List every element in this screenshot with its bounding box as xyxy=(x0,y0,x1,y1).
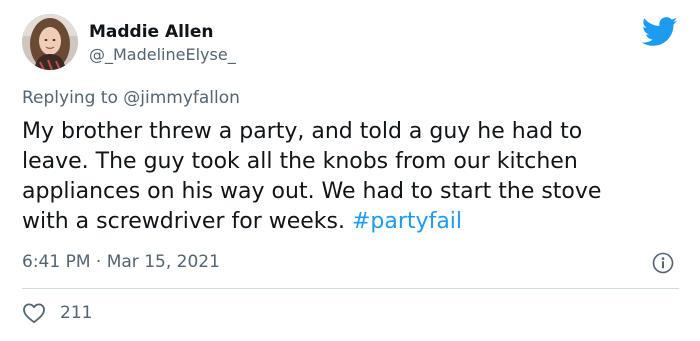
tweet-text-line: leave. The guy took all the knobs from o… xyxy=(22,149,578,174)
author-display-name[interactable]: Maddie Allen xyxy=(89,22,213,42)
avatar[interactable] xyxy=(22,14,78,70)
twitter-bird-icon[interactable] xyxy=(642,17,678,47)
hashtag-link[interactable]: #partyfail xyxy=(352,209,462,234)
avatar-photo xyxy=(22,14,78,70)
tweet-timestamp[interactable]: 6:41 PM · Mar 15, 2021 xyxy=(22,252,220,272)
author-handle[interactable]: @_MadelineElyse_ xyxy=(89,45,236,64)
replying-to-label: Replying to xyxy=(22,88,118,108)
heart-icon[interactable] xyxy=(22,302,46,324)
replying-to: Replying to @jimmyfallon xyxy=(22,88,240,108)
meta-separator: · xyxy=(95,252,102,272)
tweet-text: My brother threw a party, and told a guy… xyxy=(22,117,687,237)
tweet-card: Maddie Allen @_MadelineElyse_ Replying t… xyxy=(0,0,700,341)
tweet-text-line-start: with a screwdriver for weeks. xyxy=(22,209,352,234)
tweet-text-line: appliances on his way out. We had to sta… xyxy=(22,179,602,204)
tweet-date: Mar 15, 2021 xyxy=(106,252,220,272)
info-icon[interactable] xyxy=(652,252,674,274)
tweet-text-line: My brother threw a party, and told a guy… xyxy=(22,119,583,144)
like-count: 211 xyxy=(60,303,93,323)
reply-mention-link[interactable]: @jimmyfallon xyxy=(123,88,240,108)
tweet-text-line: with a screwdriver for weeks. #partyfail xyxy=(22,207,687,237)
tweet-time: 6:41 PM xyxy=(22,252,91,272)
divider xyxy=(22,288,679,289)
